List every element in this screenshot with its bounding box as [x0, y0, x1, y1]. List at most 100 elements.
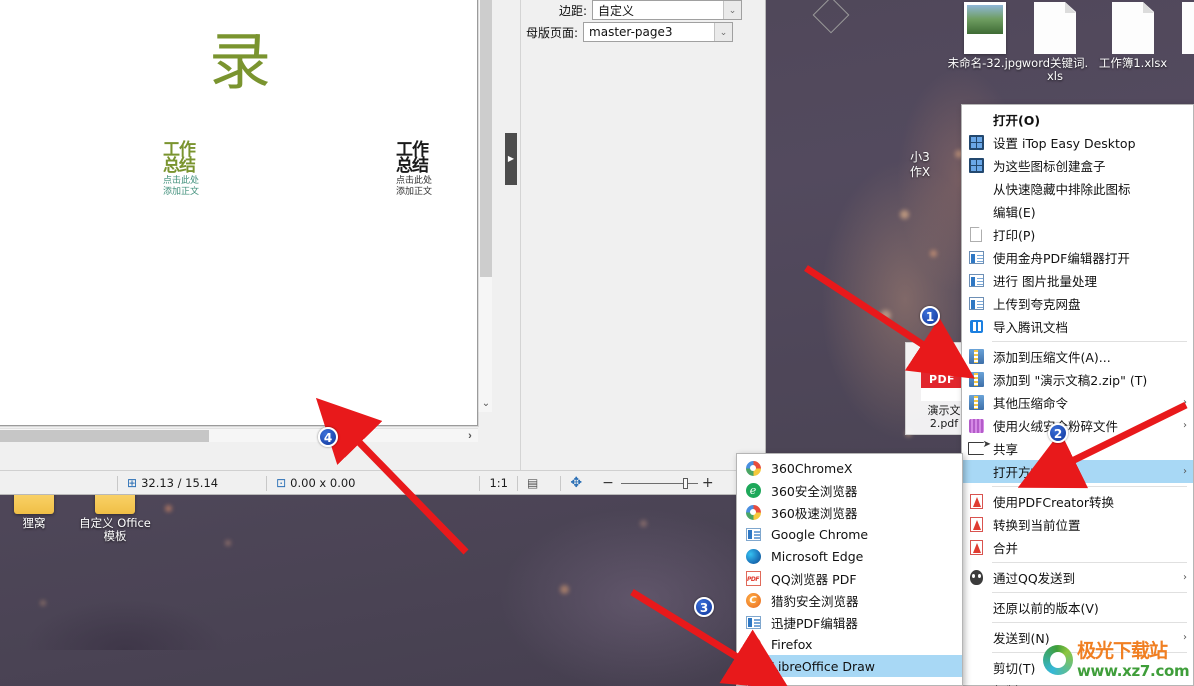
desktop-icon-presentation[interactable]: 演: [1162, 2, 1194, 70]
zip-icon: [966, 395, 986, 411]
thumb-body: 点击此处 添加正文: [396, 176, 433, 197]
thumb-heading: 工作 总结: [163, 140, 196, 176]
menu-item-label: 添加到压缩文件(A)...: [993, 350, 1111, 365]
desktop-icon-label: word关键词. xls: [1021, 56, 1089, 83]
floppy-save-icon[interactable]: ▤: [527, 476, 538, 490]
chevron-down-icon[interactable]: ⌄: [714, 23, 733, 41]
submenu-item-more[interactable]: [737, 677, 962, 686]
scroll-right-arrow-icon[interactable]: ›: [462, 429, 478, 443]
slide-title[interactable]: 录: [209, 31, 271, 93]
cursor-position-icon: ⊞: [127, 476, 138, 490]
menu-item-label: 进行 图片批量处理: [993, 274, 1097, 289]
slide-properties-panel: 边距: 自定义 ⌄ 母版页面: master-page3 ⌄: [520, 0, 765, 470]
slide-canvas[interactable]: 录 单击此处添加副标题内容 工作 总结 点击此处 添加正文 工作 总结 点击此处…: [0, 0, 492, 428]
desktop-context-menu[interactable]: 打开(O) 设置 iTop Easy Desktop 为这些图标创建盒子 从快速…: [961, 104, 1194, 686]
menu-item-open[interactable]: 打开(O): [962, 108, 1193, 131]
zoom-out-button[interactable]: −: [602, 475, 614, 491]
scrollbar-thumb[interactable]: [480, 0, 492, 277]
submenu-item-xunjie-pdf-editor[interactable]: 迅捷PDF编辑器: [737, 611, 962, 633]
submenu-item-360-safe-browser[interactable]: e 360安全浏览器: [737, 479, 962, 501]
chevron-right-icon: ›: [1183, 572, 1187, 583]
menu-item-label: 编辑(E): [993, 205, 1036, 220]
submenu-item-360chromex[interactable]: 360ChromeX: [737, 457, 962, 479]
desktop-icon-word-keywords[interactable]: word关键词. xls: [1014, 2, 1096, 83]
blue-doc-icon: [966, 273, 986, 289]
menu-item-open-with-jinzhou-pdf[interactable]: 使用金舟PDF编辑器打开: [962, 246, 1193, 269]
blank-icon: [966, 630, 986, 646]
menu-item-add-to-archive[interactable]: 添加到压缩文件(A)...: [962, 345, 1193, 368]
zoom-track-right[interactable]: [687, 482, 698, 484]
zoom-in-button[interactable]: +: [702, 475, 714, 491]
submenu-item-microsoft-edge[interactable]: Microsoft Edge: [737, 545, 962, 567]
annotation-badge-1: 1: [920, 306, 940, 326]
menu-item-pdfcreator-convert[interactable]: 使用PDFCreator转换: [962, 490, 1193, 513]
submenu-item-cheetah-browser[interactable]: 猎豹安全浏览器: [737, 589, 962, 611]
submenu-item-label: 360ChromeX: [771, 460, 853, 476]
menu-item-upload-quark[interactable]: 上传到夸克网盘: [962, 292, 1193, 315]
canvas-horizontal-scrollbar[interactable]: ›: [0, 428, 478, 442]
zoom-ratio-value[interactable]: 1:1: [489, 476, 508, 490]
menu-item-open-with[interactable]: 打开方式(H) ›: [962, 460, 1193, 483]
object-size-value: 0.00 x 0.00: [290, 476, 356, 490]
slide-thumb-2[interactable]: 工作 总结 点击此处 添加正文: [396, 141, 468, 197]
desktop-icon-label: 演: [1162, 57, 1194, 70]
image-file-icon: [964, 2, 1006, 54]
menu-item-merge[interactable]: 合并: [962, 536, 1193, 559]
menu-separator: [992, 341, 1187, 342]
generic-app-icon: [744, 680, 762, 686]
menu-item-edit[interactable]: 编辑(E): [962, 200, 1193, 223]
menu-item-label: 打印(P): [993, 228, 1036, 243]
chevron-down-icon[interactable]: ⌄: [723, 1, 742, 19]
submenu-item-firefox[interactable]: Firefox: [737, 633, 962, 655]
menu-item-itop-settings[interactable]: 设置 iTop Easy Desktop: [962, 131, 1193, 154]
scrollbar-thumb[interactable]: [0, 430, 209, 442]
menu-item-restore-previous-versions[interactable]: 还原以前的版本(V): [962, 596, 1193, 619]
cheetah-icon: [744, 592, 762, 609]
menu-item-batch-image-process[interactable]: 进行 图片批量处理: [962, 269, 1193, 292]
chevron-right-icon: ›: [1183, 420, 1187, 431]
sidebar-toggle-handle[interactable]: ▶: [505, 133, 517, 185]
menu-item-send-via-qq[interactable]: 通过QQ发送到 ›: [962, 566, 1193, 589]
menu-item-import-tencent-docs[interactable]: 导入腾讯文档: [962, 315, 1193, 338]
menu-item-share[interactable]: 共享: [962, 437, 1193, 460]
zoom-track[interactable]: [620, 482, 683, 484]
submenu-item-label: 猎豹安全浏览器: [771, 593, 859, 609]
menu-item-exclude-quickhide[interactable]: 从快速隐藏中排除此图标: [962, 177, 1193, 200]
open-with-submenu[interactable]: 360ChromeX e 360安全浏览器 360极速浏览器 Google Ch…: [736, 453, 963, 686]
fit-slide-icon[interactable]: ✥: [570, 475, 582, 491]
master-page-select[interactable]: master-page3 ⌄: [583, 22, 734, 42]
menu-item-label: 打开(O): [993, 113, 1041, 128]
canvas-vertical-scrollbar[interactable]: ⌄: [478, 0, 492, 412]
menu-item-huorong-shred[interactable]: 使用火绒安全粉碎文件 ›: [962, 414, 1193, 437]
menu-item-other-archive-cmds[interactable]: 其他压缩命令 ›: [962, 391, 1193, 414]
menu-item-label: 从快速隐藏中排除此图标: [993, 182, 1131, 197]
master-page-label: 母版页面:: [526, 25, 579, 40]
pdfcreator-icon: [966, 517, 986, 533]
menu-item-create-box[interactable]: 为这些图标创建盒子: [962, 154, 1193, 177]
menu-item-label: 导入腾讯文档: [993, 320, 1069, 335]
submenu-item-label: 迅捷PDF编辑器: [771, 615, 858, 631]
site-watermark: 极光下载站 www.xz7.com: [1043, 634, 1194, 686]
menu-item-print[interactable]: 打印(P): [962, 223, 1193, 246]
menu-item-add-to-named-zip[interactable]: 添加到 "演示文稿2.zip" (T): [962, 368, 1193, 391]
menu-item-label: 转换到当前位置: [993, 518, 1081, 533]
submenu-item-label: Firefox: [771, 636, 813, 652]
menu-item-convert-here[interactable]: 转换到当前位置: [962, 513, 1193, 536]
zoom-slider[interactable]: − +: [602, 475, 713, 491]
watermark-title: 极光下载站: [1077, 639, 1168, 662]
submenu-item-libreoffice-draw[interactable]: LibreOffice Draw: [737, 655, 962, 677]
submenu-item-360-speed-browser[interactable]: 360极速浏览器: [737, 501, 962, 523]
slide-page[interactable]: 录 单击此处添加副标题内容 工作 总结 点击此处 添加正文 工作 总结 点击此处…: [0, 0, 478, 426]
scroll-down-arrow-icon[interactable]: ⌄: [479, 396, 492, 412]
slide-thumb-1[interactable]: 工作 总结 点击此处 添加正文: [163, 140, 235, 197]
page-icon: [966, 227, 986, 243]
firefox-icon: [744, 636, 762, 653]
master-page-value: master-page3: [589, 25, 673, 39]
desktop-icon-label: 自定义 Office 模板: [79, 516, 151, 543]
margin-select[interactable]: 自定义 ⌄: [592, 0, 743, 20]
submenu-item-google-chrome[interactable]: Google Chrome: [737, 523, 962, 545]
watermark-url: www.xz7.com: [1077, 661, 1190, 680]
submenu-item-label: LibreOffice Draw: [771, 658, 876, 674]
submenu-item-qq-browser-pdf[interactable]: PDF QQ浏览器 PDF: [737, 567, 962, 589]
google-chrome-icon: [744, 526, 762, 543]
